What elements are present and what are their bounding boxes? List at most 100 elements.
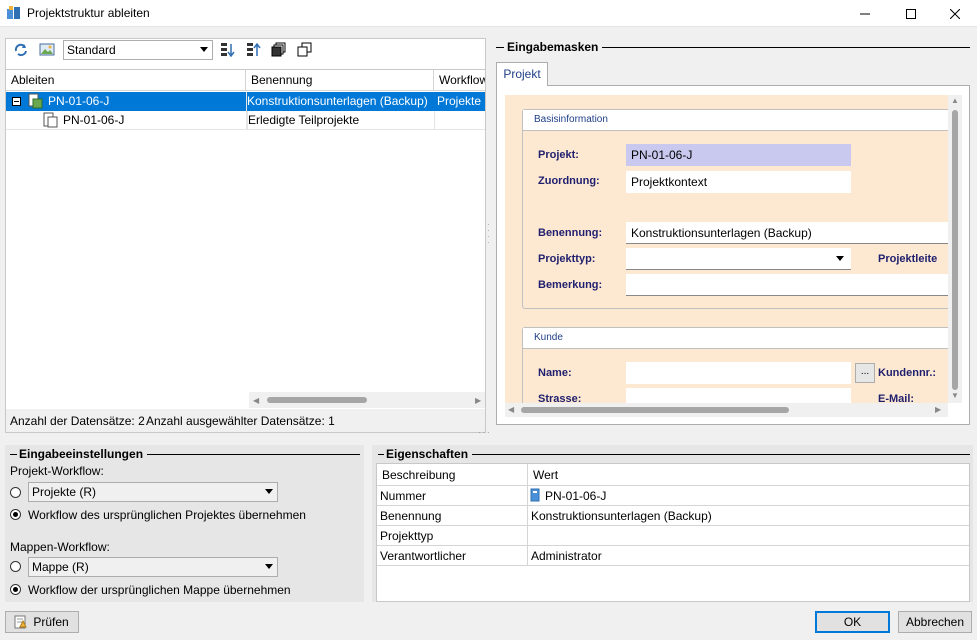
tree-grid: Ableiten Benennung Workflow PN-01-06-J K…	[5, 69, 486, 410]
mask-horizontal-scrollbar[interactable]: ◀ ▶	[505, 403, 948, 417]
collapse-all-icon[interactable]	[296, 41, 314, 59]
projektleiter-label: Projektleite	[878, 253, 938, 265]
bemerkung-label: Bemerkung:	[538, 279, 603, 291]
settings-section-title: Eingabeeinstellungen	[17, 447, 148, 461]
projekttyp-select[interactable]	[626, 248, 851, 270]
view-select[interactable]: Standard	[63, 40, 213, 60]
ok-button[interactable]: OK	[815, 611, 890, 633]
row-id: PN-01-06-J	[63, 113, 125, 127]
property-name: Benennung	[377, 506, 528, 526]
expand-all-icon[interactable]	[270, 41, 288, 59]
group-title: Kunde	[523, 328, 948, 349]
grid-horizontal-scrollbar[interactable]: ◀ ▶	[249, 392, 485, 408]
chevron-down-icon	[836, 256, 844, 261]
mappen-workflow-value: Mappe (R)	[32, 560, 89, 574]
chevron-down-icon	[265, 489, 273, 494]
projekt-field[interactable]: PN-01-06-J	[626, 144, 851, 166]
row-benennung: Konstruktionsunterlagen (Backup)	[247, 94, 428, 108]
mask-vertical-scrollbar[interactable]: ▲ ▼	[948, 95, 962, 403]
name-field[interactable]	[626, 362, 851, 384]
pruefen-button[interactable]: Prüfen	[5, 611, 79, 633]
project-number-icon	[530, 488, 542, 502]
property-value: Konstruktionsunterlagen (Backup)	[528, 506, 969, 526]
scroll-thumb[interactable]	[521, 407, 789, 413]
projekt-workflow-select[interactable]: Projekte (R)	[28, 482, 278, 502]
scroll-right-icon[interactable]: ▶	[475, 396, 481, 405]
zuordnung-field[interactable]: Projektkontext	[626, 171, 851, 193]
kundennr-label: Kundennr.:	[878, 367, 937, 379]
scroll-down-icon[interactable]: ▼	[951, 391, 959, 400]
property-value	[528, 526, 969, 546]
scroll-up-icon[interactable]: ▲	[951, 96, 959, 105]
properties-table: Beschreibung Wert Nummer PN-01-06-J Bene…	[376, 463, 970, 602]
chevron-down-icon	[265, 564, 273, 569]
property-name: Projekttyp	[377, 526, 528, 546]
mappen-workflow-label: Mappen-Workflow:	[10, 540, 110, 554]
email-label: E-Mail:	[878, 393, 915, 403]
scroll-left-icon[interactable]: ◀	[253, 396, 259, 405]
sort-down-icon[interactable]	[219, 41, 237, 59]
collapse-toggle-icon[interactable]	[12, 97, 21, 106]
projekt-workflow-radio-select[interactable]	[10, 487, 21, 498]
record-count: Anzahl der Datensätze: 2	[10, 414, 145, 428]
chevron-down-icon	[200, 47, 208, 52]
horizontal-splitter[interactable]: ···	[478, 428, 502, 438]
projekt-label: Projekt:	[538, 149, 579, 161]
refresh-icon[interactable]	[12, 41, 30, 59]
project-icon	[27, 93, 43, 109]
bemerkung-field[interactable]	[626, 274, 948, 296]
title-bar: Projektstruktur ableiten	[0, 0, 977, 27]
window-title: Projektstruktur ableiten	[27, 6, 150, 20]
scroll-right-icon[interactable]: ▶	[935, 405, 941, 414]
abbrechen-button[interactable]: Abbrechen	[898, 611, 972, 633]
property-value: PN-01-06-J	[528, 486, 969, 506]
column-header-wert[interactable]: Wert	[528, 464, 969, 486]
column-header-workflow[interactable]: Workflow	[434, 70, 485, 91]
property-name: Verantwortlicher	[377, 546, 528, 566]
check-document-icon	[14, 615, 28, 629]
tab-projekt[interactable]: Projekt	[496, 62, 548, 86]
row-id: PN-01-06-J	[48, 94, 110, 108]
pruefen-label: Prüfen	[33, 615, 69, 629]
property-name: Nummer	[377, 486, 528, 506]
selected-count: Anzahl ausgewählter Datensätze: 1	[146, 414, 335, 428]
scroll-thumb[interactable]	[952, 110, 958, 390]
projekt-workflow-label: Projekt-Workflow:	[10, 464, 104, 478]
name-label: Name:	[538, 367, 572, 379]
column-header-benennung[interactable]: Benennung	[246, 70, 434, 91]
vertical-splitter[interactable]: · · · ·	[487, 221, 491, 247]
projekt-workflow-value: Projekte (R)	[32, 485, 97, 499]
strasse-label: Strasse:	[538, 393, 582, 403]
scroll-left-icon[interactable]: ◀	[508, 405, 514, 414]
sort-up-icon[interactable]	[245, 41, 263, 59]
row-benennung: Erledigte Teilprojekte	[247, 111, 434, 130]
app-icon	[6, 5, 22, 21]
benennung-field[interactable]: Konstruktionsunterlagen (Backup)	[626, 222, 948, 244]
grid-header: Ableiten Benennung Workflow	[6, 70, 485, 91]
group-title: Basisinformation	[523, 110, 948, 131]
zuordnung-label: Zuordnung:	[538, 175, 600, 187]
close-button[interactable]	[932, 0, 977, 27]
projekttyp-label: Projekttyp:	[538, 253, 596, 265]
scroll-thumb[interactable]	[267, 397, 367, 403]
image-view-icon[interactable]	[38, 41, 56, 59]
column-header-ableiten[interactable]: Ableiten	[6, 70, 246, 91]
projekt-workflow-keep-label[interactable]: Workflow des ursprünglichen Projektes üb…	[28, 508, 306, 522]
row-workflow: Projekte (R)	[437, 94, 485, 108]
column-header-beschreibung[interactable]: Beschreibung	[377, 464, 528, 486]
maximize-button[interactable]	[888, 0, 933, 27]
mappen-workflow-radio-keep[interactable]	[10, 584, 21, 595]
mappen-workflow-radio-select[interactable]	[10, 561, 21, 572]
strasse-field[interactable]	[626, 388, 851, 403]
benennung-label: Benennung:	[538, 227, 603, 239]
property-value: Administrator	[528, 546, 969, 566]
masks-section-title: Eingabemasken	[504, 40, 603, 54]
browse-button[interactable]: ...	[855, 363, 875, 383]
mappen-workflow-select[interactable]: Mappe (R)	[28, 557, 278, 577]
projekt-workflow-radio-keep[interactable]	[10, 509, 21, 520]
subproject-icon	[42, 112, 58, 128]
view-select-value: Standard	[67, 43, 116, 57]
mappen-workflow-keep-label[interactable]: Workflow der ursprünglichen Mappe überne…	[28, 583, 291, 597]
mask-form: Basisinformation Projekt: PN-01-06-J Zuo…	[505, 95, 948, 403]
minimize-button[interactable]	[842, 0, 887, 27]
